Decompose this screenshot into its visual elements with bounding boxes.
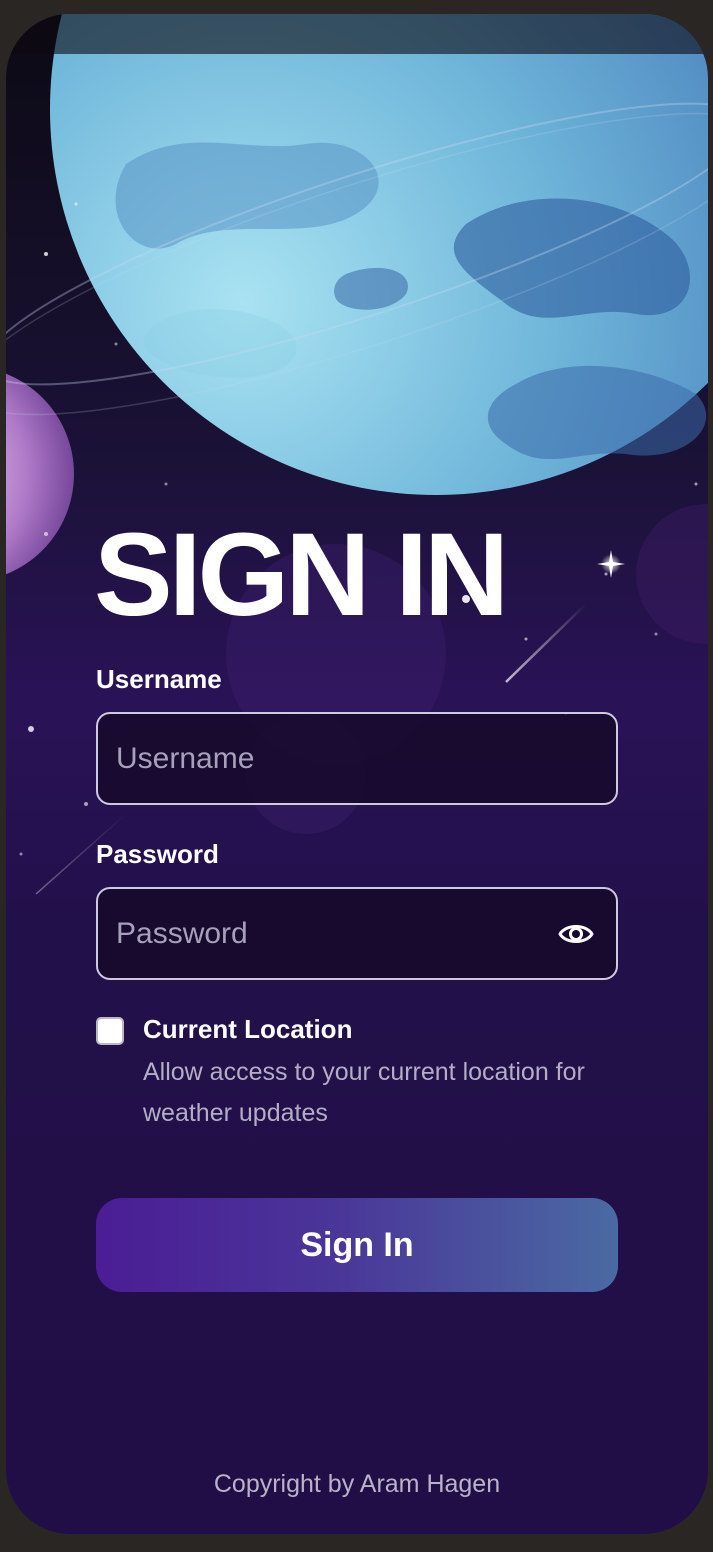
current-location-description: Allow access to your current location fo… (143, 1058, 585, 1127)
sign-in-form: SIGN IN Username Password Current Locati… (6, 14, 708, 1534)
sign-in-button[interactable]: Sign In (96, 1198, 618, 1292)
username-label: Username (96, 664, 222, 694)
username-input[interactable] (98, 714, 616, 803)
phone-frame: SIGN IN Username Password Current Locati… (6, 14, 708, 1534)
copyright-text: Copyright by Aram Hagen (213, 1470, 501, 1498)
eye-icon[interactable] (558, 919, 594, 949)
password-label: Password (96, 839, 219, 869)
password-field-box (96, 887, 618, 980)
current-location-checkbox[interactable] (96, 1017, 124, 1045)
password-input[interactable] (98, 889, 616, 978)
page-title: SIGN IN (94, 509, 509, 641)
current-location-label: Current Location (143, 1014, 353, 1044)
username-field-box (96, 712, 618, 805)
